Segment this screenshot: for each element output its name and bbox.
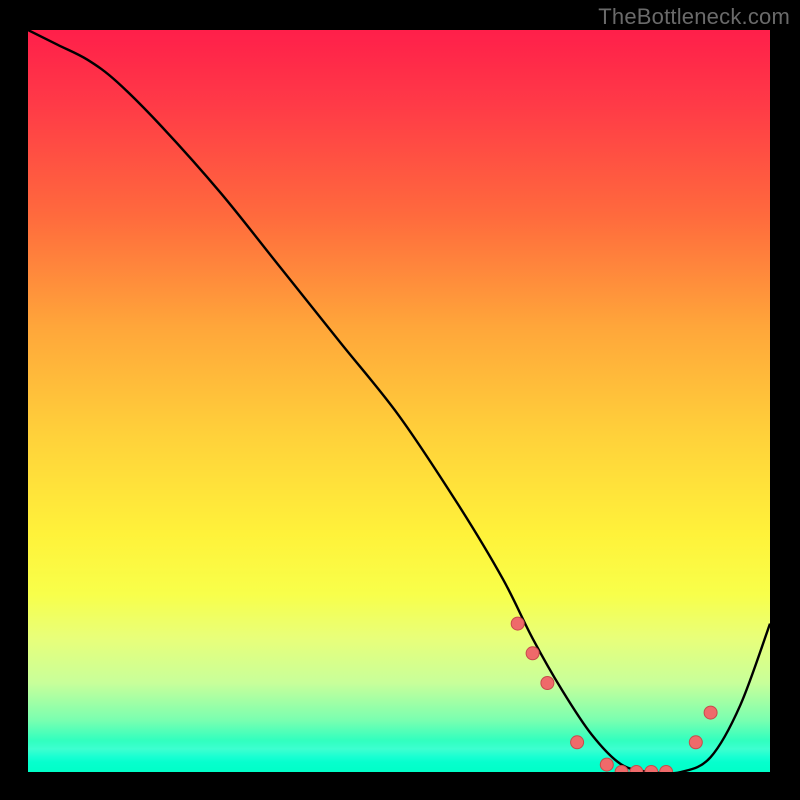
marker-dot [630,766,643,773]
curve-layer [28,30,770,772]
marker-dot [511,617,524,630]
marker-dot [660,766,673,773]
marker-dot [689,736,702,749]
chart-frame: TheBottleneck.com [0,0,800,800]
plot-area [28,30,770,772]
marker-dot [704,706,717,719]
marker-dot [541,677,554,690]
bottleneck-curve [28,30,770,772]
marker-dot [645,766,658,773]
marker-dot [600,758,613,771]
marker-dot [571,736,584,749]
marker-group [511,617,717,772]
marker-dot [526,647,539,660]
watermark-text: TheBottleneck.com [598,4,790,30]
